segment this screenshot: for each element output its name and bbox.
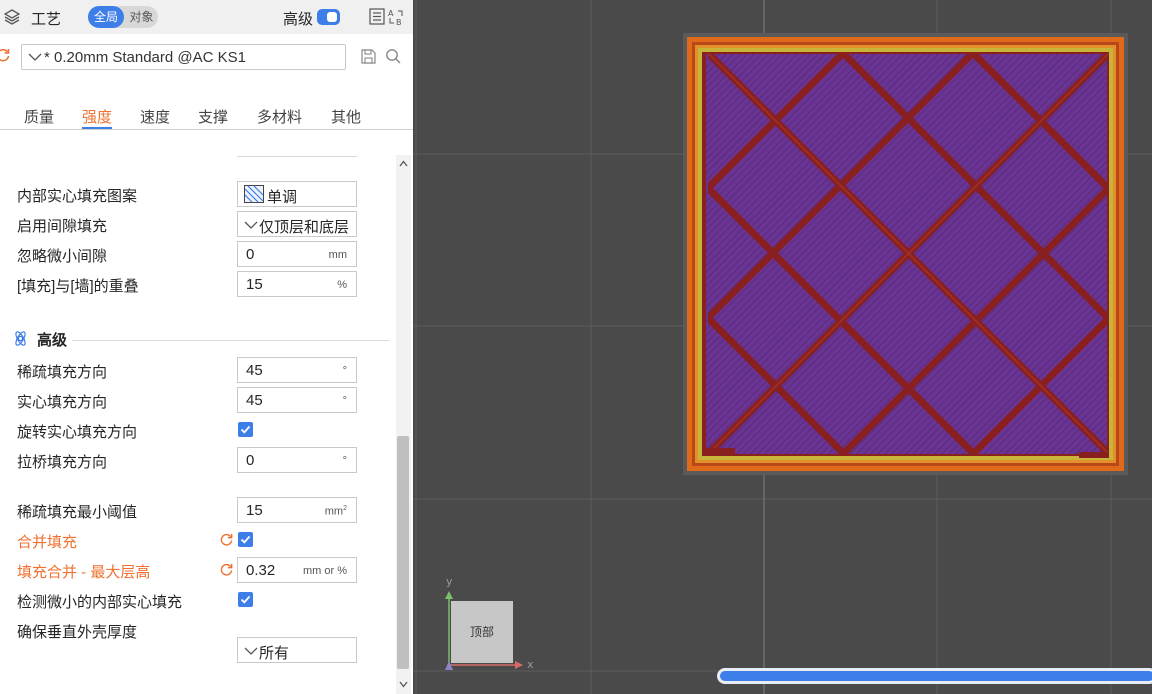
rotate-solid-infill-checkbox[interactable] (238, 422, 253, 437)
axis-y-label: y (446, 575, 453, 588)
setting-bridge-angle: 拉桥填充方向 0 ° (0, 445, 396, 475)
setting-sparse-infill-direction: 稀疏填充方向 45 ° (0, 355, 396, 385)
tab-others[interactable]: 其他 (331, 106, 361, 127)
layers-icon (4, 9, 20, 25)
field-divider (237, 156, 357, 157)
sparse-infill-direction-input[interactable]: 45 ° (237, 357, 357, 383)
3d-preview-viewport[interactable]: 顶部 y x (413, 0, 1152, 694)
advanced-settings-icon (15, 331, 26, 346)
tab-quality[interactable]: 质量 (24, 106, 54, 127)
setting-gap-fill: 启用间隙填充 仅顶层和底层 (0, 209, 396, 239)
tab-support[interactable]: 支撑 (198, 106, 228, 127)
save-icon[interactable] (361, 49, 376, 64)
scrollbar-thumb[interactable] (397, 436, 409, 669)
ensure-vertical-shell-thickness-select[interactable]: 所有 (237, 637, 357, 663)
sliced-model-preview (683, 33, 1128, 475)
view-cube-face-label: 顶部 (470, 624, 494, 639)
setting-solid-infill-direction: 实心填充方向 45 ° (0, 385, 396, 415)
setting-detect-narrow-internal-solid-infill: 检测微小的内部实心填充 (0, 585, 396, 615)
chevron-down-icon (244, 647, 258, 655)
scroll-down-icon[interactable] (399, 681, 408, 688)
setting-filter-small-gaps: 忽略微小间隙 0 mm (0, 239, 396, 269)
svg-text:A: A (388, 9, 394, 18)
setting-infill-combination-max-layer-height: 填充合并 - 最大层高 0.32 mm or % (0, 555, 396, 585)
reset-icon[interactable] (219, 562, 234, 577)
infill-wall-overlap-input[interactable]: 15 % (237, 271, 357, 297)
setting-infill-wall-overlap: [填充]与[墙]的重叠 15 % (0, 269, 396, 299)
settings-tabs: 质量 强度 速度 支撑 多材料 其他 (0, 100, 413, 130)
preset-row: * 0.20mm Standard @AC KS1 (0, 40, 413, 74)
reset-icon[interactable] (0, 47, 11, 63)
tab-strength[interactable]: 强度 (82, 106, 113, 129)
chevron-down-icon (28, 53, 42, 61)
bridge-angle-input[interactable]: 0 ° (237, 447, 357, 473)
infill-combination-checkbox[interactable] (238, 532, 253, 547)
advanced-section-header: 高级 (0, 326, 396, 350)
active-tab-underline (82, 127, 113, 129)
chevron-down-icon (244, 221, 258, 229)
setting-infill-combination: 合并填充 (0, 525, 396, 555)
layer-slider[interactable] (717, 668, 1152, 684)
scope-switch[interactable]: 全局 对象 (88, 6, 158, 28)
panel-header: 工艺 全局 对象 高级 A B (0, 0, 413, 34)
internal-solid-pattern-select[interactable]: 单调 (237, 181, 357, 207)
panel-title: 工艺 (31, 11, 62, 28)
tab-speed[interactable]: 速度 (140, 106, 170, 127)
tab-multimaterial[interactable]: 多材料 (257, 106, 302, 127)
preset-select[interactable]: * 0.20mm Standard @AC KS1 (21, 44, 346, 70)
filter-small-gaps-input[interactable]: 0 mm (237, 241, 357, 267)
ensure-vertical-shell-thickness-row: 所有 (0, 635, 396, 665)
checkmark-icon (240, 535, 251, 544)
advanced-toggle[interactable] (317, 9, 340, 25)
area-unit: mm2 (324, 505, 347, 518)
ab-compare-icon[interactable]: A B (387, 7, 405, 27)
settings-list: 内部实心填充图案 单调 启用间隙填充 仅顶层和底层 忽略微小间隙 0 mm [填… (0, 131, 396, 694)
reset-icon[interactable] (219, 532, 234, 547)
advanced-label: 高级 (283, 11, 314, 28)
settings-scrollbar[interactable] (396, 155, 411, 694)
axis-x-label: x (527, 658, 534, 671)
gap-fill-select[interactable]: 仅顶层和底层 (237, 211, 357, 237)
solid-infill-direction-input[interactable]: 45 ° (237, 387, 357, 413)
preset-name: * 0.20mm Standard @AC KS1 (44, 49, 246, 66)
scroll-up-icon[interactable] (399, 160, 408, 167)
setting-minimum-sparse-infill-threshold: 稀疏填充最小阈值 15 mm2 (0, 495, 396, 525)
compare-list-icon[interactable] (369, 8, 385, 25)
minimum-sparse-infill-threshold-input[interactable]: 15 mm2 (237, 497, 357, 523)
detect-narrow-internal-solid-infill-checkbox[interactable] (238, 592, 253, 607)
svg-text:B: B (396, 18, 402, 27)
checkmark-icon (240, 595, 251, 604)
scope-global-button[interactable]: 全局 (88, 6, 124, 28)
setting-rotate-solid-infill: 旋转实心填充方向 (0, 415, 396, 445)
monotonic-pattern-icon (244, 185, 264, 203)
section-divider (72, 340, 390, 341)
infill-combination-max-layer-height-input[interactable]: 0.32 mm or % (237, 557, 357, 583)
view-orientation-cube[interactable]: 顶部 y x (443, 575, 543, 675)
setting-internal-solid-pattern: 内部实心填充图案 单调 (0, 179, 396, 209)
checkmark-icon (240, 425, 251, 434)
process-settings-panel: 工艺 全局 对象 高级 A B * 0.20mm Standard @AC KS… (0, 0, 413, 694)
search-icon[interactable] (385, 48, 401, 64)
scope-object-button[interactable]: 对象 (125, 6, 158, 28)
